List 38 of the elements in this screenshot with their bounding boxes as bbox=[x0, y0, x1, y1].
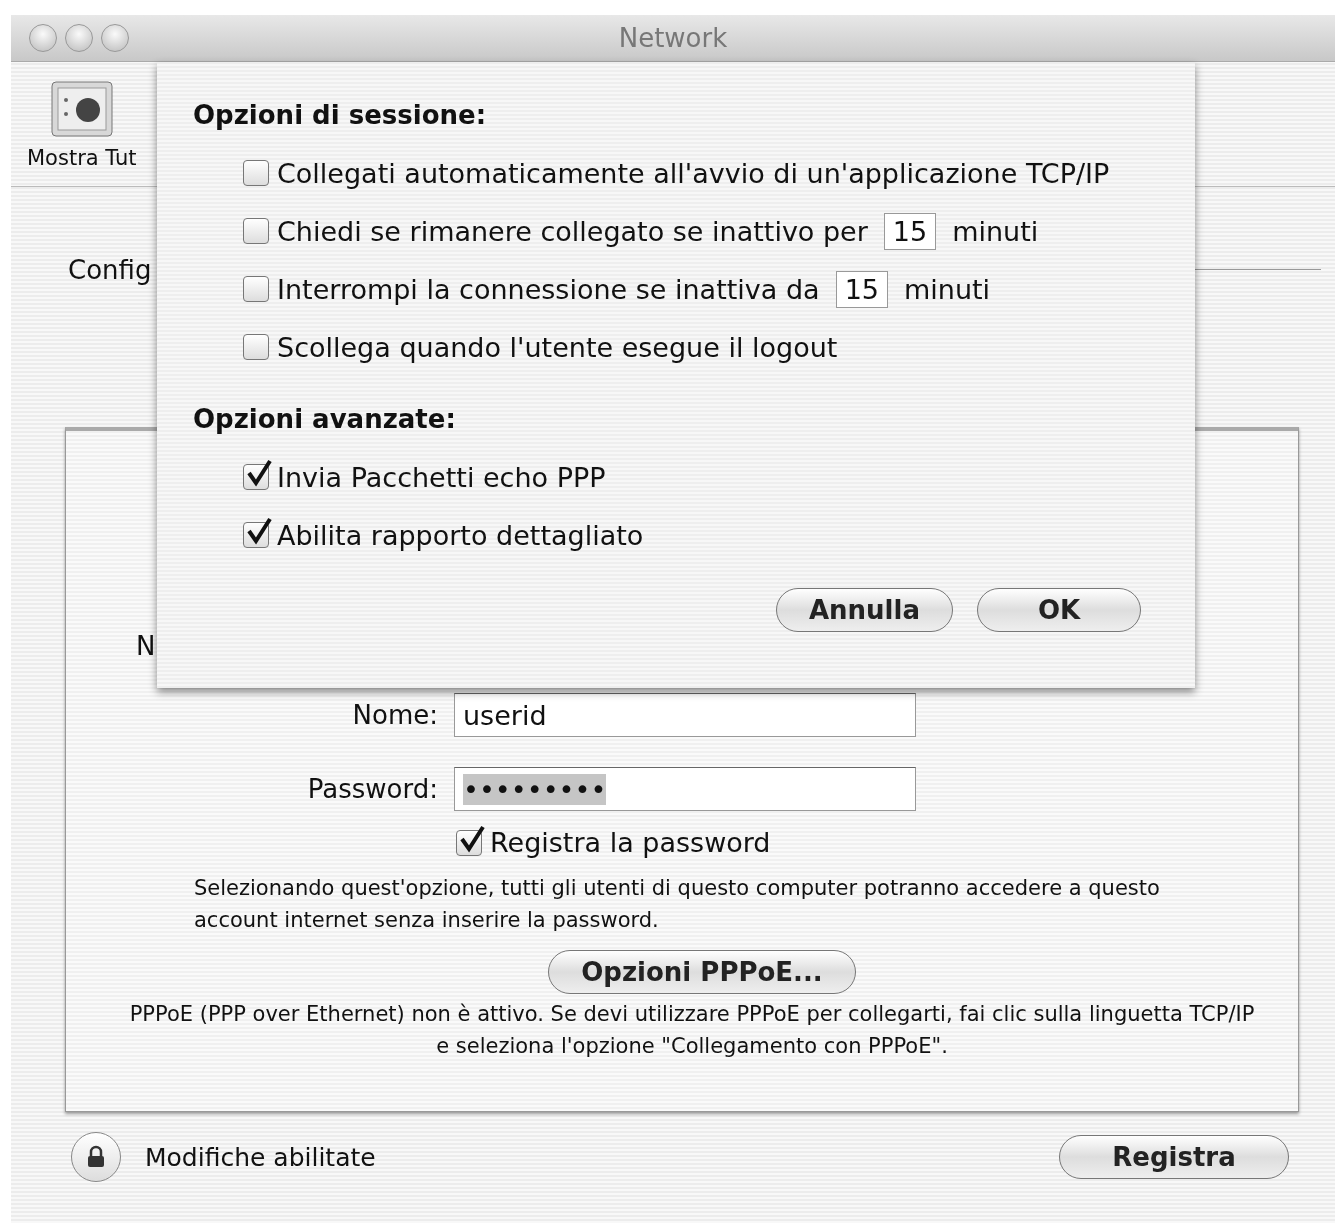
password-field[interactable]: ••••••••• bbox=[454, 767, 916, 811]
unit-label: minuti bbox=[904, 273, 991, 305]
field-label: Password: bbox=[306, 774, 439, 804]
window-title: Network bbox=[618, 23, 728, 53]
field-label: N bbox=[136, 631, 156, 661]
minutes-field[interactable]: 15 bbox=[883, 212, 937, 250]
checkbox-label: Invia Pacchetti echo PPP bbox=[277, 461, 606, 493]
checkbox[interactable] bbox=[243, 160, 269, 186]
checkbox[interactable] bbox=[456, 829, 482, 856]
ok-button[interactable]: OK bbox=[977, 588, 1141, 632]
checkbox-label: Registra la password bbox=[490, 827, 771, 858]
checkbox-label: Interrompi la connessione se inattiva da bbox=[277, 273, 820, 305]
configure-label: Config bbox=[68, 254, 152, 285]
checkbox[interactable] bbox=[243, 334, 269, 360]
lock-status-text: Modifiche abilitate bbox=[145, 1142, 376, 1172]
field-label: Nome: bbox=[351, 700, 439, 730]
section-heading: Opzioni avanzate: bbox=[193, 404, 457, 434]
name-field[interactable]: userid bbox=[454, 693, 916, 737]
toolbar-label[interactable]: Mostra Tut bbox=[27, 146, 137, 170]
checkbox[interactable] bbox=[243, 276, 269, 302]
note-text: Selezionando quest'opzione, tutti gli utenti di questo computer potranno accedere a questo account internet senza inserire la password. bbox=[194, 875, 1161, 934]
status-text: PPPoE (PPP over Ethernet) non è attivo. Se devi utilizzare PPPoE per collegarti, fai clic sulla linguetta TCP/IP e seleziona l'opzione "Collegamento con PPPoE". bbox=[128, 1001, 1256, 1060]
checkbox-label: Chiedi se rimanere collegato se inattivo per bbox=[277, 215, 868, 247]
checkbox-label: Collegati automaticamente all'avvio di un'applicazione TCP/IP bbox=[277, 157, 1110, 189]
lock-icon[interactable] bbox=[71, 1132, 121, 1182]
checkbox-label: Scollega quando l'utente esegue il logout bbox=[277, 331, 838, 363]
close-button[interactable] bbox=[29, 24, 57, 52]
section-heading: Opzioni di sessione: bbox=[193, 100, 488, 130]
save-button[interactable]: Registra bbox=[1059, 1135, 1289, 1179]
pppoe-options-button[interactable]: Opzioni PPPoE... bbox=[548, 950, 856, 994]
checkbox[interactable] bbox=[243, 218, 269, 244]
system-icon[interactable] bbox=[49, 80, 114, 138]
checkbox-label: Abilita rapporto dettagliato bbox=[277, 519, 644, 551]
zoom-button[interactable] bbox=[101, 24, 129, 52]
minutes-field[interactable]: 15 bbox=[835, 270, 888, 308]
unit-label: minuti bbox=[952, 215, 1039, 247]
cancel-button[interactable]: Annulla bbox=[775, 588, 953, 632]
minimize-button[interactable] bbox=[65, 24, 93, 52]
